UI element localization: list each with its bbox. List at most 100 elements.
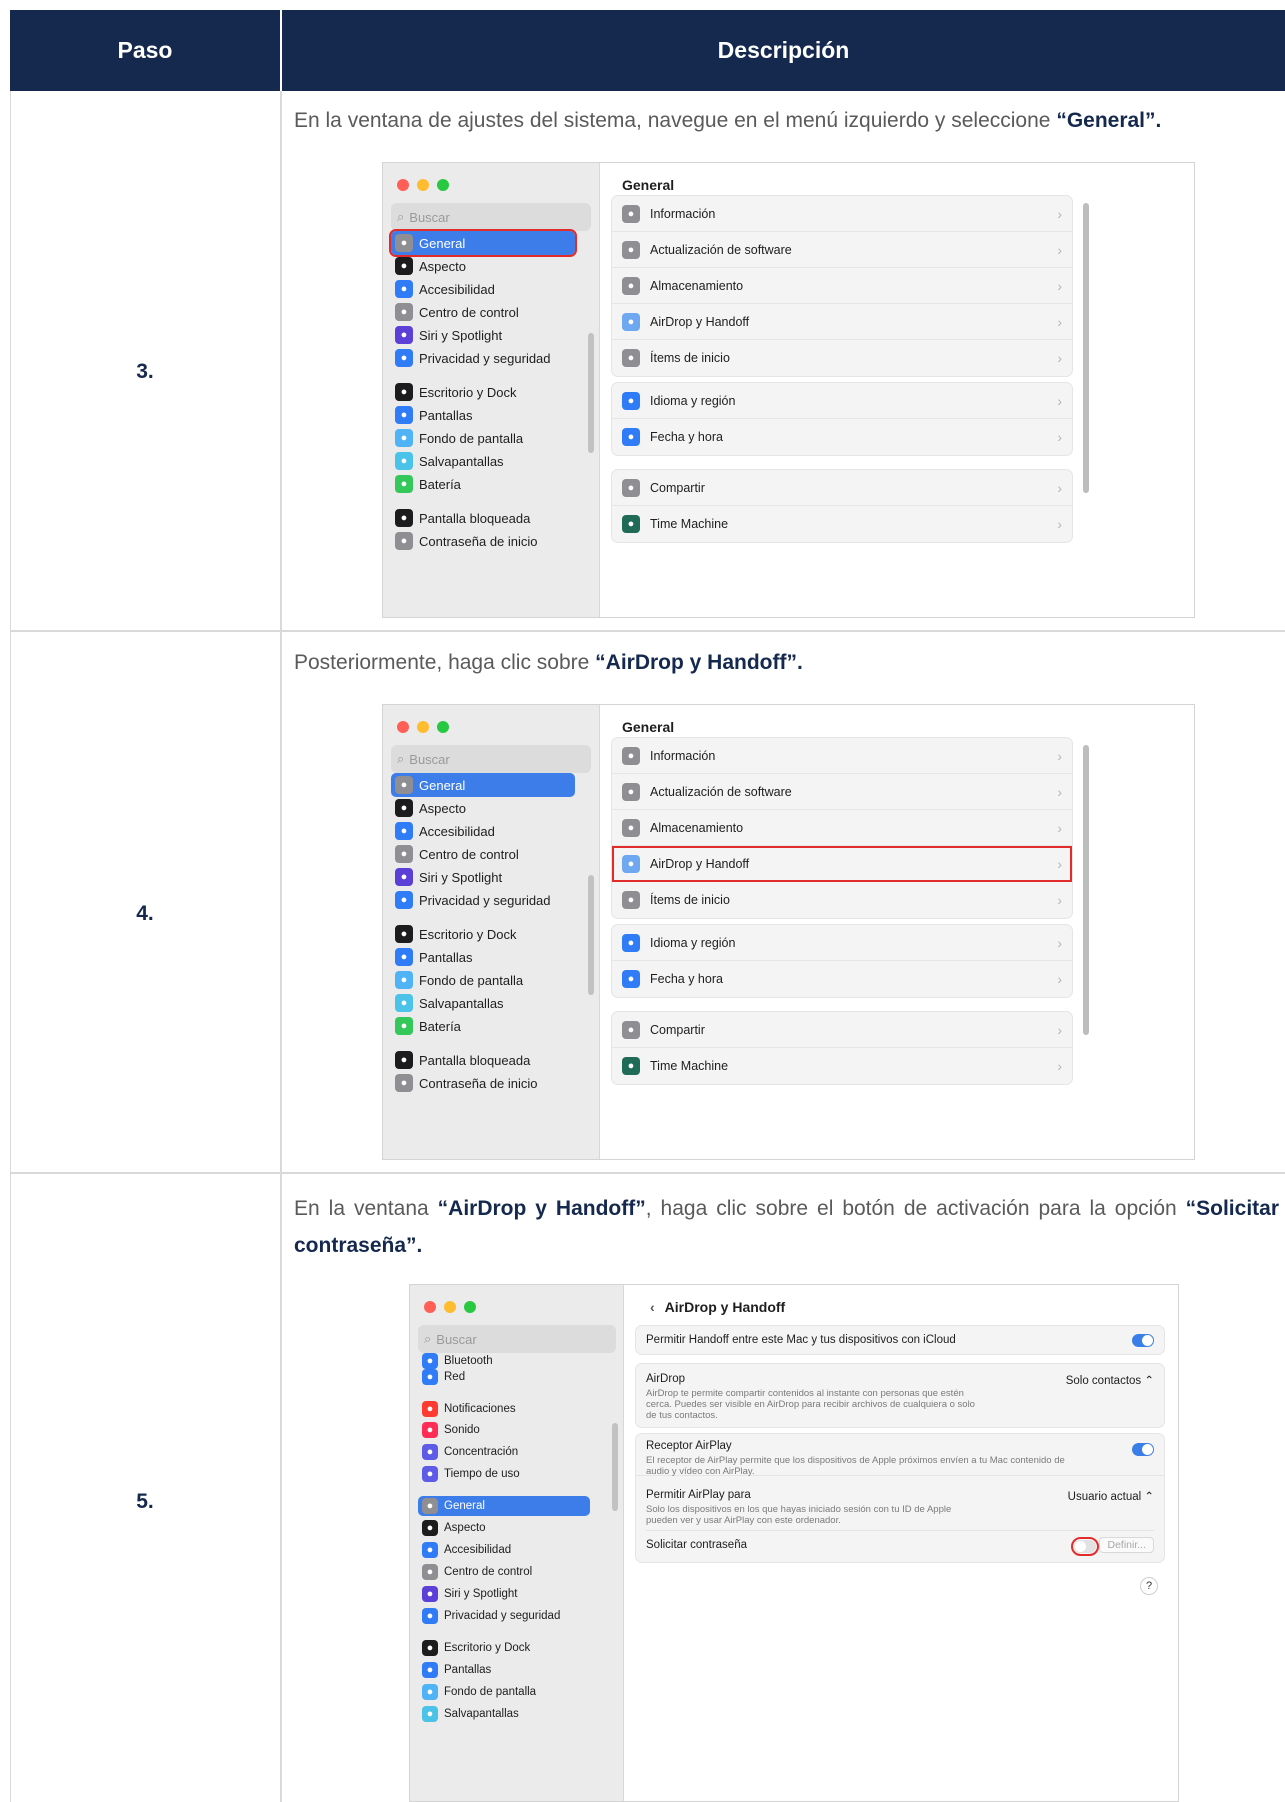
- define-button[interactable]: Definir...: [1099, 1537, 1154, 1553]
- zoom-icon[interactable]: [437, 179, 449, 191]
- sidebar-item[interactable]: ● Pantallas: [391, 945, 575, 969]
- sidebar-item[interactable]: ● Pantallas: [391, 403, 575, 427]
- settings-row[interactable]: ● AirDrop y Handoff ›: [612, 846, 1072, 882]
- settings-row[interactable]: ● Compartir ›: [612, 1012, 1072, 1048]
- settings-group: ● Información › ● Actualización de software ›…: [611, 737, 1073, 919]
- back-chevron-icon[interactable]: ‹: [650, 1299, 655, 1315]
- settings-row[interactable]: ● Información ›: [612, 738, 1072, 774]
- sidebar-item-label: Aspecto: [419, 800, 466, 816]
- airdrop-visibility-select[interactable]: Solo contactos ⌃: [1066, 1373, 1154, 1387]
- sidebar-item[interactable]: ● Contraseña de inicio: [391, 529, 575, 553]
- appearance-icon: ●: [395, 257, 413, 275]
- settings-row[interactable]: ● Almacenamiento ›: [612, 268, 1072, 304]
- close-icon[interactable]: [397, 179, 409, 191]
- sidebar-item[interactable]: ● Siri y Spotlight: [418, 1584, 590, 1604]
- settings-row[interactable]: ● Idioma y región ›: [612, 925, 1072, 961]
- settings-row[interactable]: ● Ítems de inicio ›: [612, 882, 1072, 918]
- scrollbar[interactable]: [588, 875, 594, 995]
- sidebar-item[interactable]: ● Escritorio y Dock: [418, 1638, 590, 1658]
- sidebar-item[interactable]: ● Salvapantallas: [391, 991, 575, 1015]
- sidebar-item[interactable]: ● Red: [418, 1367, 590, 1387]
- search-input[interactable]: ⌕ Buscar: [418, 1325, 616, 1353]
- sidebar-item[interactable]: ● Escritorio y Dock: [391, 380, 575, 404]
- settings-row[interactable]: ● Idioma y región ›: [612, 383, 1072, 419]
- sidebar-item-label: Contraseña de inicio: [419, 533, 538, 549]
- row-divider: [10, 1172, 1285, 1174]
- share-icon: ●: [622, 478, 640, 497]
- minimize-icon[interactable]: [417, 721, 429, 733]
- divider: [646, 1530, 1154, 1531]
- sidebar-item[interactable]: ● Batería: [391, 472, 575, 496]
- settings-row[interactable]: ● Time Machine ›: [612, 1048, 1072, 1084]
- sidebar-item[interactable]: ● Centro de control: [418, 1562, 590, 1582]
- airplay-allow-description: Solo los dispositivos en los que hayas i…: [646, 1504, 952, 1526]
- settings-row[interactable]: ● Fecha y hora ›: [612, 419, 1072, 455]
- settings-row[interactable]: ● Ítems de inicio ›: [612, 340, 1072, 376]
- sidebar-item[interactable]: ● Tiempo de uso: [418, 1464, 590, 1484]
- sidebar-item[interactable]: ● General: [389, 229, 577, 257]
- sidebar-item[interactable]: ● Accesibilidad: [391, 819, 575, 843]
- sidebar-item[interactable]: ● Escritorio y Dock: [391, 922, 575, 946]
- airplay-allow-select[interactable]: Usuario actual ⌃: [1068, 1489, 1154, 1503]
- sidebar-item[interactable]: ● Fondo de pantalla: [391, 968, 575, 992]
- zoom-icon[interactable]: [437, 721, 449, 733]
- scrollbar[interactable]: [612, 1423, 618, 1511]
- step-description: En la ventana de ajustes del sistema, na…: [294, 102, 1279, 139]
- handoff-toggle[interactable]: [1132, 1334, 1154, 1347]
- sidebar-item[interactable]: ● Centro de control: [391, 842, 575, 866]
- sidebar-item[interactable]: ● Privacidad y seguridad: [391, 888, 575, 912]
- sidebar-item[interactable]: ● Pantalla bloqueada: [391, 1048, 575, 1072]
- sidebar-item[interactable]: ● General: [391, 773, 575, 797]
- help-button[interactable]: ?: [1140, 1577, 1158, 1595]
- airplay-receiver-toggle[interactable]: [1132, 1443, 1154, 1456]
- sidebar-item[interactable]: ● Sonido: [418, 1420, 590, 1440]
- minimize-icon[interactable]: [417, 179, 429, 191]
- sidebar-item[interactable]: ● Aspecto: [391, 254, 575, 278]
- sidebar-item[interactable]: ● Centro de control: [391, 300, 575, 324]
- sidebar-item[interactable]: ● Salvapantallas: [418, 1704, 590, 1724]
- sidebar-item[interactable]: ● Siri y Spotlight: [391, 865, 575, 889]
- scrollbar[interactable]: [1083, 745, 1089, 1035]
- settings-row[interactable]: ● Actualización de software ›: [612, 232, 1072, 268]
- sidebar-item[interactable]: ● Fondo de pantalla: [418, 1682, 590, 1702]
- sidebar-item[interactable]: ● Accesibilidad: [391, 277, 575, 301]
- sidebar-item[interactable]: ● Accesibilidad: [418, 1540, 590, 1560]
- close-icon[interactable]: [397, 721, 409, 733]
- sidebar-item[interactable]: ● Salvapantallas: [391, 449, 575, 473]
- airdrop-settings-window: ⌕ Buscar ● Bluetooth ● Red ● Notificaciones ● So…: [409, 1284, 1179, 1802]
- sidebar-item[interactable]: ● Contraseña de inicio: [391, 1071, 575, 1095]
- settings-row[interactable]: ● Almacenamiento ›: [612, 810, 1072, 846]
- zoom-icon[interactable]: [464, 1301, 476, 1313]
- settings-row[interactable]: ● AirDrop y Handoff ›: [612, 304, 1072, 340]
- sidebar-item[interactable]: ● Pantalla bloqueada: [391, 506, 575, 530]
- minimize-icon[interactable]: [444, 1301, 456, 1313]
- sidebar-item-label: General: [419, 235, 466, 251]
- settings-group: ● Idioma y región › ● Fecha y hora ›: [611, 382, 1073, 456]
- settings-row[interactable]: ● Compartir ›: [612, 470, 1072, 506]
- chevron-right-icon: ›: [1057, 429, 1062, 445]
- scrollbar[interactable]: [588, 333, 594, 453]
- settings-row[interactable]: ● Actualización de software ›: [612, 774, 1072, 810]
- sidebar-item[interactable]: ● Concentración: [418, 1442, 590, 1462]
- sidebar-item[interactable]: ● Notificaciones: [418, 1399, 590, 1419]
- sidebar-item[interactable]: ● Pantallas: [418, 1660, 590, 1680]
- screensaver-icon: ●: [422, 1706, 438, 1722]
- password-toggle[interactable]: [1071, 1537, 1099, 1556]
- settings-row[interactable]: ● Información ›: [612, 196, 1072, 232]
- search-input[interactable]: ⌕ Buscar: [391, 203, 591, 231]
- sidebar-item[interactable]: ● Privacidad y seguridad: [391, 346, 575, 370]
- close-icon[interactable]: [424, 1301, 436, 1313]
- settings-row[interactable]: ● Time Machine ›: [612, 506, 1072, 542]
- gear-icon: ●: [422, 1498, 438, 1514]
- settings-row[interactable]: ● Fecha y hora ›: [612, 961, 1072, 997]
- search-input[interactable]: ⌕ Buscar: [391, 745, 591, 773]
- sidebar-item[interactable]: ● Aspecto: [391, 796, 575, 820]
- sidebar-item[interactable]: ● General: [418, 1496, 590, 1516]
- sidebar-item[interactable]: ● Batería: [391, 1014, 575, 1038]
- scrollbar[interactable]: [1083, 203, 1089, 493]
- sidebar-item[interactable]: ● Privacidad y seguridad: [418, 1606, 590, 1626]
- settings-row-label: Ítems de inicio: [650, 893, 730, 907]
- sidebar-item[interactable]: ● Fondo de pantalla: [391, 426, 575, 450]
- sidebar-item[interactable]: ● Aspecto: [418, 1518, 590, 1538]
- sidebar-item[interactable]: ● Siri y Spotlight: [391, 323, 575, 347]
